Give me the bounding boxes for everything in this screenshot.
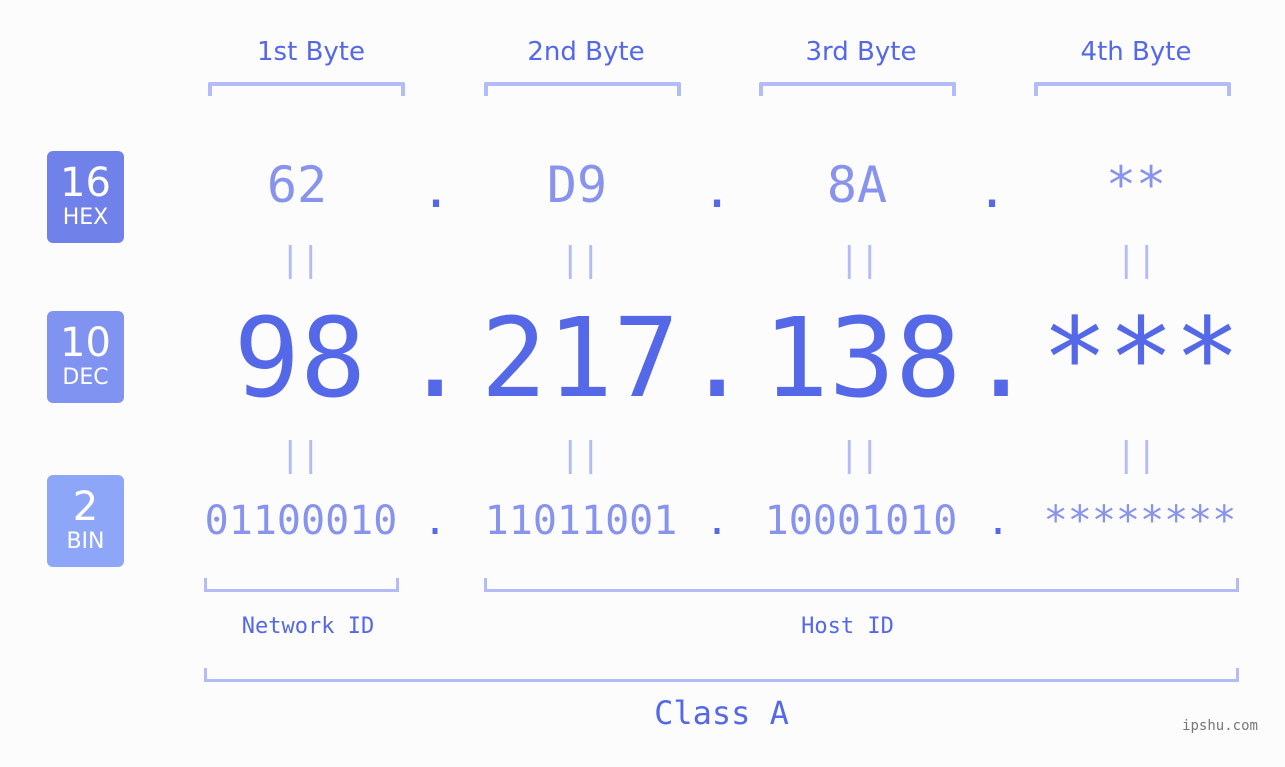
host-id-bracket (484, 578, 1239, 592)
hex-byte-2: D9 (546, 156, 608, 214)
hex-separator-2: . (701, 161, 733, 219)
bin-byte-1: 01100010 (204, 498, 398, 544)
equals-dec-bin-2: || (560, 435, 601, 475)
watermark: ipshu.com (1182, 718, 1258, 734)
dec-badge: 10 DEC (47, 311, 124, 403)
bin-badge-label: BIN (66, 529, 105, 554)
class-label: Class A (654, 694, 789, 732)
byte-bracket-2 (484, 82, 681, 96)
equals-hex-dec-2: || (560, 240, 601, 280)
byte-header-1: 1st Byte (257, 37, 365, 67)
equals-hex-dec-3: || (839, 240, 880, 280)
hex-byte-1: 62 (266, 156, 328, 214)
equals-dec-bin-4: || (1116, 435, 1157, 475)
equals-dec-bin-3: || (839, 435, 880, 475)
byte-bracket-4 (1034, 82, 1231, 96)
byte-header-2: 2nd Byte (527, 37, 645, 67)
bin-byte-2: 11011001 (484, 498, 678, 544)
dec-badge-label: DEC (62, 365, 109, 390)
dec-byte-3: 138 (762, 294, 962, 422)
dec-byte-2: 217 (480, 294, 680, 422)
bin-byte-3: 10001010 (764, 498, 958, 544)
hex-separator-3: . (976, 161, 1008, 219)
bin-badge: 2 BIN (47, 475, 124, 567)
hex-badge: 16 HEX (47, 151, 124, 243)
byte-bracket-3 (759, 82, 956, 96)
network-id-bracket (204, 578, 399, 592)
bin-byte-4: ******** (1043, 498, 1237, 544)
dec-byte-4: *** (1041, 294, 1241, 422)
dec-byte-1: 98 (233, 294, 367, 422)
bin-badge-number: 2 (72, 484, 99, 530)
byte-header-4: 4th Byte (1080, 37, 1192, 67)
byte-bracket-1 (208, 82, 405, 96)
hex-byte-4: ** (1105, 156, 1167, 214)
hex-badge-number: 16 (60, 160, 111, 206)
bin-separator-1: . (422, 498, 448, 544)
hex-badge-label: HEX (62, 205, 109, 230)
dec-badge-number: 10 (60, 320, 111, 366)
hex-separator-1: . (420, 161, 452, 219)
class-bracket (204, 668, 1239, 682)
byte-header-3: 3rd Byte (805, 37, 917, 67)
host-id-label: Host ID (801, 614, 894, 639)
hex-byte-3: 8A (826, 156, 888, 214)
network-id-label: Network ID (241, 614, 375, 639)
equals-hex-dec-4: || (1116, 240, 1157, 280)
equals-hex-dec-1: || (280, 240, 321, 280)
equals-dec-bin-1: || (280, 435, 321, 475)
